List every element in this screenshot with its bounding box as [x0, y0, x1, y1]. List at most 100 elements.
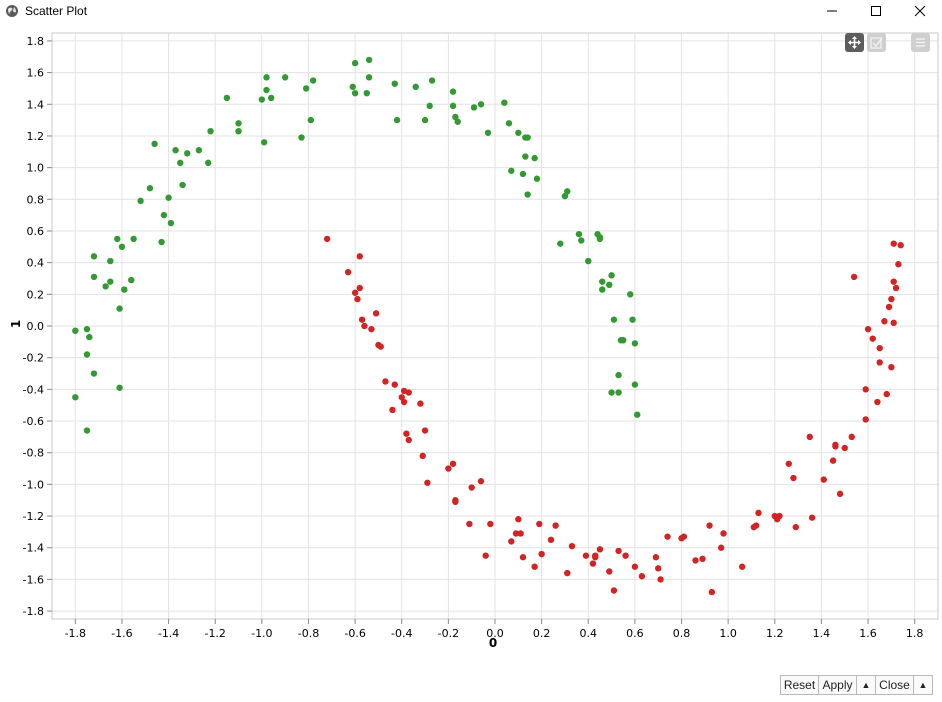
- green-point: [158, 238, 165, 246]
- close-menu-button[interactable]: ▲: [913, 675, 933, 695]
- red-point: [449, 460, 457, 467]
- red-point: [405, 389, 412, 396]
- red-point: [589, 560, 597, 567]
- green-point: [130, 235, 137, 243]
- close-window-button[interactable]: [898, 0, 942, 22]
- red-point: [477, 478, 485, 485]
- select-tool-button[interactable]: [867, 33, 886, 52]
- green-point: [258, 96, 266, 103]
- green-point: [412, 83, 419, 91]
- red-point: [424, 479, 431, 486]
- red-point: [538, 550, 545, 558]
- red-point: [808, 514, 816, 521]
- red-point: [466, 520, 473, 528]
- red-point: [582, 552, 590, 559]
- green-point: [391, 80, 398, 87]
- green-point: [307, 116, 315, 124]
- y-tick-label: 1.4: [27, 98, 45, 111]
- y-tick-label: -1.8: [23, 605, 44, 618]
- red-point: [564, 569, 571, 577]
- red-point: [881, 318, 888, 325]
- red-point: [517, 530, 524, 537]
- red-point: [892, 284, 900, 292]
- green-point: [167, 219, 175, 227]
- red-point: [755, 509, 762, 517]
- green-point: [223, 94, 231, 102]
- red-point: [785, 460, 792, 467]
- red-point: [356, 284, 363, 292]
- green-point: [309, 77, 317, 84]
- y-tick-label: -0.2: [23, 352, 44, 365]
- apply-menu-button[interactable]: ▲: [856, 675, 876, 695]
- close-button[interactable]: Close: [875, 675, 914, 695]
- green-point: [615, 371, 622, 379]
- green-point: [267, 94, 275, 102]
- red-point: [832, 443, 839, 450]
- green-point: [631, 381, 639, 388]
- x-axis-label: 0: [489, 636, 497, 650]
- menu-tool-button[interactable]: [911, 33, 930, 52]
- green-point: [184, 150, 191, 157]
- green-point: [629, 316, 636, 323]
- green-point: [172, 147, 179, 154]
- red-point: [356, 253, 363, 260]
- red-point: [638, 573, 646, 580]
- y-tick-label: -1.2: [23, 510, 44, 523]
- green-point: [585, 257, 592, 265]
- green-point: [116, 384, 123, 391]
- green-point: [107, 278, 114, 285]
- green-point: [449, 88, 457, 95]
- green-point: [564, 188, 571, 195]
- maximize-button[interactable]: [854, 0, 898, 22]
- y-tick-label: -1.4: [23, 542, 44, 555]
- red-point: [344, 268, 352, 276]
- y-tick-label: -1.0: [23, 478, 44, 491]
- green-point: [235, 127, 242, 135]
- red-point: [708, 588, 716, 596]
- red-point: [885, 303, 893, 311]
- green-point: [86, 333, 93, 341]
- x-tick-label: -1.8: [65, 627, 86, 640]
- y-tick-label: 0.2: [27, 288, 45, 301]
- y-tick-label: 1.6: [27, 67, 45, 80]
- scatter-plot[interactable]: -1.8 -1.6 -1.4 -1.2 -1.0 -0.8 -0.6 -0.4 -0.2 0.0 0…: [0, 22, 942, 672]
- red-point: [368, 325, 375, 333]
- green-point: [508, 167, 515, 174]
- red-point: [680, 533, 688, 540]
- y-axis-label: 1: [9, 320, 23, 328]
- red-point: [752, 522, 760, 529]
- green-point: [505, 120, 513, 127]
- minimize-button[interactable]: [810, 0, 854, 22]
- red-point: [820, 476, 827, 483]
- pan-tool-button[interactable]: [845, 33, 864, 52]
- x-tick-label: -0.8: [298, 627, 319, 640]
- green-point: [501, 99, 508, 106]
- y-tick-label: 0.0: [27, 320, 45, 333]
- green-point: [83, 325, 91, 333]
- green-point: [365, 56, 373, 64]
- red-point: [519, 554, 527, 561]
- green-point: [531, 154, 538, 162]
- reset-button[interactable]: Reset: [780, 675, 819, 695]
- apply-button[interactable]: Apply: [818, 675, 857, 695]
- green-point: [533, 175, 541, 182]
- red-point: [776, 512, 783, 520]
- green-point: [610, 316, 618, 323]
- x-tick-label: 0.8: [673, 627, 691, 640]
- y-tick-label: -0.8: [23, 447, 44, 460]
- red-point: [876, 359, 883, 366]
- red-point: [468, 484, 475, 491]
- green-point: [179, 181, 186, 189]
- x-tick-label: 0.6: [626, 627, 644, 640]
- green-point: [578, 237, 585, 244]
- green-point: [599, 286, 606, 293]
- chart-area[interactable]: -1.8 -1.6 -1.4 -1.2 -1.0 -0.8 -0.6 -0.4 -0.2 0.0 0…: [0, 22, 942, 672]
- green-point: [615, 389, 622, 396]
- green-point: [263, 86, 270, 94]
- red-point: [664, 533, 671, 540]
- red-point: [610, 587, 618, 594]
- y-tick-label: -0.6: [23, 415, 44, 428]
- green-point: [606, 281, 613, 289]
- red-point: [596, 546, 604, 553]
- green-point: [298, 134, 305, 141]
